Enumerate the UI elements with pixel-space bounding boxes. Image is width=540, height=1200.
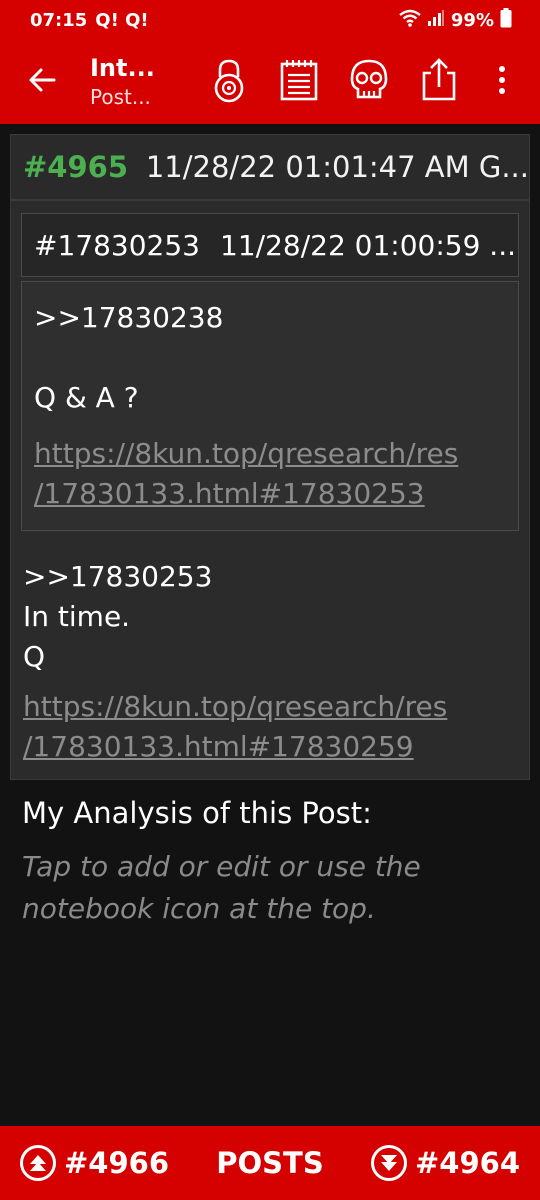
- next-post-button[interactable]: #4966: [20, 1145, 169, 1181]
- post-content: >>17830253 In time. Q https://8kun.top/q…: [23, 557, 519, 767]
- wifi-icon: [399, 9, 421, 32]
- status-time: 07:15: [30, 9, 88, 31]
- quoted-post-header: #17830253 11/28/22 01:00:59 ...: [21, 213, 519, 277]
- share-button[interactable]: [404, 40, 474, 124]
- signal-icon: [427, 9, 445, 32]
- notebook-button[interactable]: [264, 40, 334, 124]
- battery-text: 99%: [450, 9, 494, 31]
- post-datetime: 11/28/22 01:01:47 AM G...: [145, 150, 529, 184]
- app-subtitle: Post...: [90, 85, 151, 109]
- post-number: #4965: [23, 150, 129, 184]
- notebook-icon: [276, 57, 322, 107]
- next-post-label: #4966: [64, 1146, 170, 1180]
- post-body: #17830253 11/28/22 01:00:59 ... >>178302…: [10, 200, 530, 780]
- more-vert-icon: [498, 65, 506, 99]
- status-bar: 07:15 Q! Q! 99%: [0, 0, 540, 40]
- battery-icon: [500, 7, 512, 33]
- source-link-part1[interactable]: https://8kun.top/qresearch/res: [23, 687, 519, 727]
- reply-ref[interactable]: >>17830253: [23, 557, 519, 597]
- skull-button[interactable]: [334, 40, 404, 124]
- quoted-post-datetime: 11/28/22 01:00:59 ...: [220, 228, 517, 262]
- share-icon: [416, 57, 462, 107]
- skull-icon: [346, 57, 392, 107]
- lock-icon: [206, 57, 252, 107]
- arrow-down-circle-icon: [370, 1145, 407, 1181]
- app-title: Int...: [90, 54, 155, 82]
- overflow-menu-button[interactable]: [474, 40, 530, 124]
- analysis-input[interactable]: Tap to add or edit or use the notebook i…: [22, 846, 492, 930]
- quoted-reply-ref[interactable]: >>17830238: [34, 298, 506, 338]
- quoted-source-link-part2[interactable]: /17830133.html#17830253: [34, 474, 506, 514]
- back-button[interactable]: [0, 40, 84, 124]
- previous-post-button[interactable]: #4964: [370, 1145, 520, 1181]
- status-notifications: Q! Q!: [95, 9, 149, 31]
- quoted-post-id: #17830253: [34, 228, 200, 262]
- bottom-nav-bar: #4966 POSTS #4964: [0, 1126, 540, 1200]
- quoted-text: Q & A ?: [34, 381, 139, 414]
- app-bar: Int... Post...: [0, 40, 540, 124]
- previous-post-label: #4964: [414, 1146, 520, 1180]
- post-text-line-1: In time.: [23, 600, 131, 633]
- source-link-part2[interactable]: /17830133.html#17830259: [23, 727, 519, 767]
- posts-button[interactable]: POSTS: [216, 1146, 323, 1180]
- post-header: #4965 11/28/22 01:01:47 AM G...: [10, 134, 530, 200]
- arrow-back-icon: [27, 65, 57, 99]
- quoted-source-link-part1[interactable]: https://8kun.top/qresearch/res: [34, 434, 506, 474]
- quoted-post-body: >>17830238 Q & A ? https://8kun.top/qres…: [21, 281, 519, 531]
- analysis-label: My Analysis of this Post:: [22, 796, 372, 830]
- lock-button[interactable]: [194, 40, 264, 124]
- arrow-up-circle-icon: [20, 1145, 56, 1181]
- post-text-line-2: Q: [23, 640, 46, 673]
